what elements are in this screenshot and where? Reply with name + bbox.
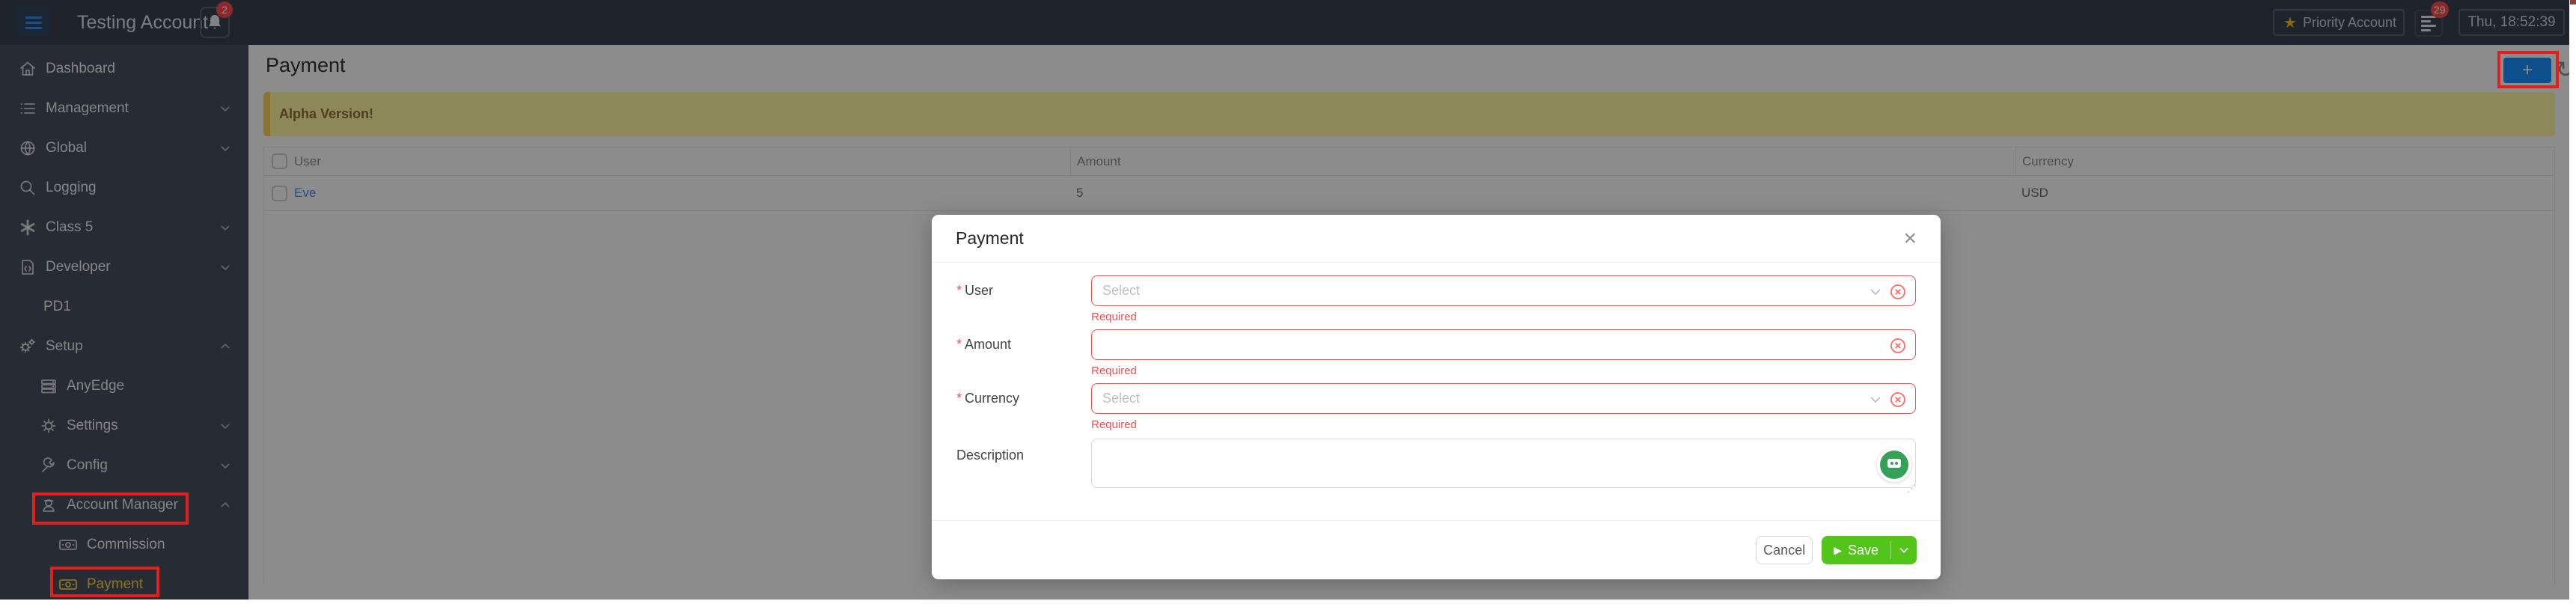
save-button[interactable]: ▶ Save — [1822, 543, 1890, 558]
select-placeholder: Select — [1102, 283, 1140, 299]
annotation-box-add-button — [2497, 51, 2559, 88]
required-mark: * — [956, 283, 962, 298]
modal-body: *User Select Required *Amount Required *… — [932, 263, 1941, 492]
close-icon[interactable]: × — [1903, 228, 1917, 250]
error-circle-icon — [1890, 338, 1906, 354]
cancel-button[interactable]: Cancel — [1756, 536, 1813, 564]
amount-required-error: Required — [1091, 364, 1916, 377]
amount-input[interactable] — [1102, 337, 1745, 353]
modal-footer: Cancel ▶ Save — [932, 520, 1941, 579]
required-mark: * — [956, 391, 962, 406]
amount-field-row: *Amount — [956, 329, 1916, 360]
modal-title: Payment — [956, 228, 1024, 248]
scrollbar-gutter — [2569, 0, 2576, 600]
description-wrap: ⋰ — [1091, 439, 1916, 492]
currency-field-row: *Currency Select — [956, 383, 1916, 414]
select-placeholder: Select — [1102, 391, 1140, 406]
description-textarea[interactable] — [1091, 439, 1916, 488]
user-required-error: Required — [1091, 311, 1916, 323]
amount-field-label: *Amount — [956, 337, 1091, 353]
save-split-button[interactable]: ▶ Save — [1822, 536, 1917, 564]
modal-header: Payment × — [932, 215, 1941, 263]
resize-handle-icon[interactable]: ⋰ — [1907, 483, 1917, 495]
description-field-row: Description ⋰ — [956, 439, 1916, 492]
currency-select[interactable]: Select — [1091, 383, 1916, 414]
play-icon: ▶ — [1834, 544, 1842, 557]
error-circle-icon — [1890, 284, 1906, 300]
annotation-box-payment — [50, 567, 159, 597]
chevron-down-icon — [1898, 544, 1910, 556]
currency-required-error: Required — [1091, 418, 1916, 431]
payment-modal: Payment × *User Select Required *Amount — [932, 215, 1941, 579]
annotation-box-account-manager — [32, 492, 189, 525]
strip-artifact — [2570, 0, 2576, 4]
currency-field-label: *Currency — [956, 391, 1091, 406]
user-field-label: *User — [956, 283, 1091, 299]
save-label: Save — [1848, 543, 1878, 558]
description-field-label: Description — [956, 439, 1091, 463]
error-circle-icon — [1890, 391, 1906, 408]
amount-input-wrap — [1091, 329, 1916, 360]
grammar-checker-icon[interactable] — [1877, 448, 1911, 482]
user-select[interactable]: Select — [1091, 275, 1916, 306]
save-dropdown-button[interactable] — [1891, 544, 1917, 556]
chevron-down-icon — [1869, 285, 1882, 299]
required-mark: * — [956, 337, 962, 352]
user-field-row: *User Select — [956, 275, 1916, 306]
chevron-down-icon — [1869, 393, 1882, 406]
